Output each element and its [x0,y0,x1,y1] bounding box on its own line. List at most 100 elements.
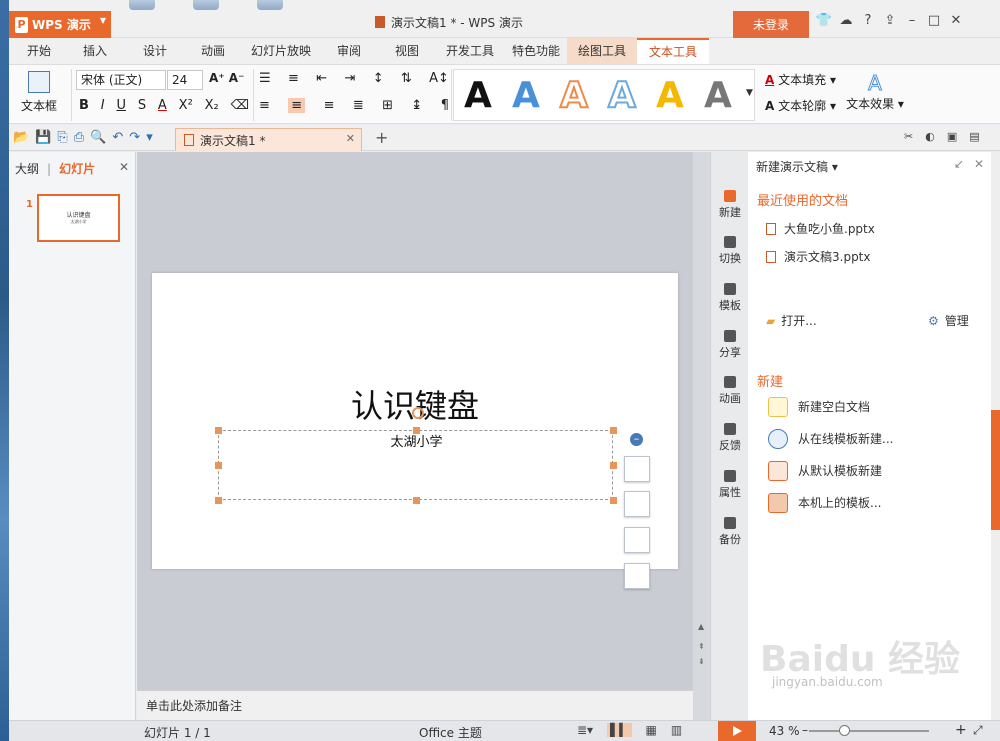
align-right-icon[interactable]: ≡ [324,98,335,113]
outline-color-icon[interactable] [624,527,650,553]
tools-icon[interactable]: ✂ [904,130,913,143]
resize-handle[interactable] [215,427,222,434]
comment-icon[interactable]: ▣ [947,130,957,143]
save-icon[interactable]: 💾 [35,130,51,145]
bullet-list-icon[interactable]: ☰ [259,71,271,86]
strip-feedback[interactable]: 反馈 [711,423,749,453]
manage-button[interactable]: ⚙ 管理 [928,312,969,329]
resize-handle[interactable] [610,497,617,504]
minimize-icon[interactable]: – [901,13,923,28]
tab-animation[interactable]: 动画 [187,38,239,64]
new-blank-doc[interactable]: 新建空白文档 [768,397,870,417]
new-from-online-template[interactable]: 从在线模板新建... [768,429,893,449]
prev-slide-icon[interactable]: ⇞ [698,642,705,651]
resize-handle[interactable] [215,497,222,504]
bold-icon[interactable]: B [79,98,89,113]
font-color-icon[interactable]: A [158,98,167,113]
tab-slideshow[interactable]: 幻灯片放映 [245,38,317,64]
style-black[interactable]: A [464,74,492,118]
close-icon[interactable]: ✕ [945,13,967,28]
tab-outline[interactable]: 大纲 [15,160,39,177]
text-align-icon[interactable]: A↕ [429,71,449,86]
style-gray[interactable]: A [704,74,732,118]
zoom-out-icon[interactable]: – [802,723,808,737]
superscript-icon[interactable]: X² [179,98,193,113]
open-folder-icon[interactable]: 📂 [13,130,29,145]
style-blue[interactable]: A [512,74,540,118]
export-pdf-icon[interactable]: ⎘ [57,130,67,145]
numbered-list-icon[interactable]: ≡ [288,71,299,86]
font-grow-icon[interactable]: A⁺ A⁻ [209,71,244,85]
text-fill-button[interactable]: A 文本填充 ▾ [765,71,836,88]
distribute-icon[interactable]: ⊞ [382,98,393,113]
vertical-scrollbar[interactable]: ▲ ⇞ ⇟ [693,152,710,720]
next-slide-icon[interactable]: ⇟ [698,657,705,666]
recent-file[interactable]: 演示文稿3.pptx [766,248,871,265]
open-button[interactable]: ▰ 打开... [766,312,817,329]
play-slideshow-button[interactable] [718,721,756,741]
taskbar-icon[interactable] [193,0,219,10]
resize-handle[interactable] [413,497,420,504]
login-button[interactable]: 未登录 [733,11,809,38]
shadow-icon[interactable]: S [138,98,146,113]
tab-slides[interactable]: 幻灯片 [59,160,95,177]
sorter-view-icon[interactable]: ▦ [646,723,657,737]
tab-design[interactable]: 设计 [129,38,181,64]
line-spacing-icon[interactable]: ↕ [373,71,384,86]
increase-indent-icon[interactable]: ⇥ [344,71,355,86]
close-panel-icon[interactable]: ✕ [119,160,129,174]
style-yellow[interactable]: A [656,74,684,118]
close-icon[interactable]: ✕ [974,157,984,171]
reading-view-icon[interactable]: ▥ [671,723,682,737]
tab-drawing-tools[interactable]: 绘图工具 [567,38,637,64]
format-shape-icon[interactable] [624,456,650,482]
notes-toggle-icon[interactable]: ≣▾ [577,723,593,737]
italic-icon[interactable]: I [101,98,105,113]
rotate-handle[interactable] [412,407,424,419]
underline-icon[interactable]: U [116,98,126,113]
clear-format-icon[interactable]: ⌫ [231,98,249,113]
text-effect-button[interactable]: A 文本效果 ▾ [845,71,905,112]
text-outline-button[interactable]: A 文本轮廓 ▾ [765,97,836,114]
taskbar-icon[interactable] [129,0,155,10]
align-left-icon[interactable]: ≡ [259,98,270,113]
strip-backup[interactable]: 备份 [711,517,749,547]
style-orange-outline[interactable]: A [559,74,589,118]
pane-header[interactable]: 新建演示文稿 ▾ [756,158,838,175]
collapse-icon[interactable]: – [630,433,643,446]
task-pane-scrollbar[interactable] [991,152,1000,720]
tab-developer[interactable]: 开发工具 [439,38,501,64]
strip-properties[interactable]: 属性 [711,470,749,500]
resize-handle[interactable] [215,462,222,469]
font-name-select[interactable]: 宋体 (正文) [76,70,166,90]
new-from-default-template[interactable]: 从默认模板新建 [768,461,882,481]
strip-animation[interactable]: 动画 [711,376,749,406]
fit-window-icon[interactable]: ⤢ [973,723,983,738]
resize-handle[interactable] [610,427,617,434]
strip-new[interactable]: 新建 [711,190,749,220]
slide-canvas[interactable]: 认识键盘 太湖小学 [152,273,678,569]
print-icon[interactable]: ⎙ [74,130,84,145]
new-tab-icon[interactable]: + [375,128,388,147]
justify-icon[interactable]: ≣ [353,98,364,113]
strip-template[interactable]: 模板 [711,283,749,313]
undo-icon[interactable]: ↶ [112,130,123,145]
text-direction-icon[interactable]: ⇅ [401,71,412,86]
skin-icon[interactable]: ◐ [925,130,935,143]
feedback-icon[interactable]: ☁ [835,13,857,28]
style-blue-outline[interactable]: A [607,74,637,118]
align-center-icon[interactable]: ≡ [288,98,306,113]
redo-icon[interactable]: ↷ [129,130,140,145]
undock-icon[interactable]: ↙ [954,157,964,171]
skin-icon[interactable]: 👕 [813,13,835,28]
slide-title[interactable]: 认识键盘 [152,381,678,427]
scroll-thumb[interactable] [991,410,1000,530]
resize-handle[interactable] [413,427,420,434]
tab-review[interactable]: 审阅 [325,38,373,64]
tab-text-tools[interactable]: 文本工具 [637,38,709,64]
local-templates[interactable]: 本机上的模板... [768,493,881,513]
help-icon[interactable]: ? [857,13,879,28]
scroll-up-icon[interactable]: ▲ [698,622,704,631]
strip-share[interactable]: 分享 [711,330,749,360]
font-size-select[interactable]: 24 [167,70,203,90]
